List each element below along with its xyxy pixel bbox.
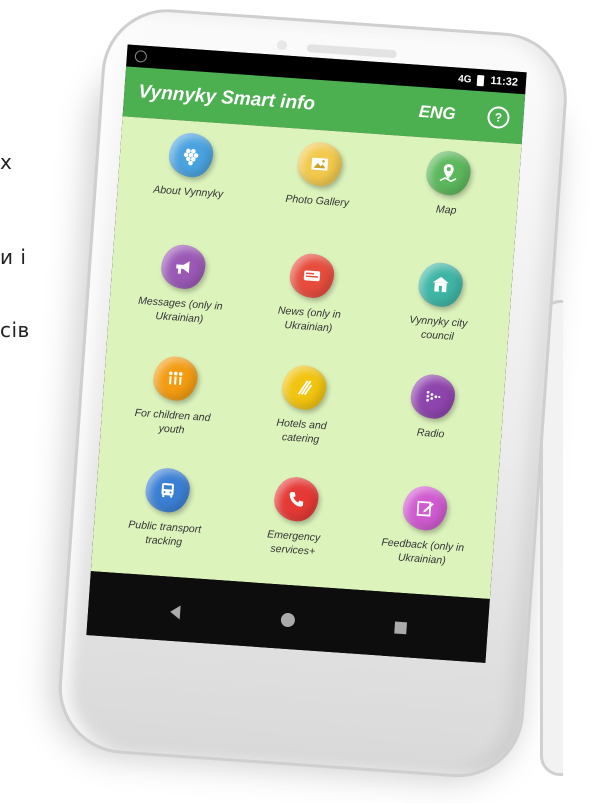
tile-label: About Vynnyky xyxy=(152,183,224,201)
tile-emergency-services[interactable]: Emergency services+ xyxy=(226,465,363,586)
earpiece-speaker xyxy=(306,43,397,59)
tile-label: Photo Gallery xyxy=(285,192,350,210)
tile-label: Vynnyky city council xyxy=(408,313,468,344)
megaphone-icon xyxy=(159,243,207,291)
home-icon xyxy=(280,612,296,628)
background-text-2: и і xyxy=(0,245,27,269)
tile-city-council[interactable]: Vynnyky city council xyxy=(371,250,508,371)
bus-icon xyxy=(143,466,191,514)
phone-icon xyxy=(272,475,320,523)
background-text-1: х xyxy=(0,150,13,174)
tile-messages[interactable]: Messages (only in Ukrainian) xyxy=(113,232,250,353)
fork-knife-icon xyxy=(280,364,328,412)
app-title: Vynnyky Smart info xyxy=(137,81,316,115)
tile-map[interactable]: Map xyxy=(379,139,516,260)
tile-label: Public transport tracking xyxy=(127,518,202,549)
radio-icon xyxy=(409,373,457,421)
menu-grid: About Vynnyky Photo Gallery Map Messages… xyxy=(90,116,522,600)
tile-news[interactable]: News (only in Ukrainian) xyxy=(242,241,379,362)
tile-label: News (only in Ukrainian) xyxy=(277,304,342,335)
background-text-3: сів xyxy=(0,318,30,342)
recent-apps-icon xyxy=(394,621,408,635)
tile-label: Feedback (only in Ukrainian) xyxy=(380,536,465,568)
building-icon xyxy=(417,261,465,309)
grapes-icon xyxy=(167,131,215,179)
children-icon xyxy=(151,355,199,403)
tile-feedback[interactable]: Feedback (only in Ukrainian) xyxy=(355,474,492,595)
tile-children-youth[interactable]: For children and youth xyxy=(105,344,242,465)
tile-photo-gallery[interactable]: Photo Gallery xyxy=(250,130,387,251)
recent-apps-button[interactable] xyxy=(385,612,417,644)
tile-hotels-catering[interactable]: Hotels and catering xyxy=(234,353,371,474)
photo-icon xyxy=(296,140,344,188)
tile-label: Hotels and catering xyxy=(276,416,328,446)
phone-mockup: 4G 11:32 Vynnyky Smart info ENG ? About … xyxy=(13,0,595,803)
home-button[interactable] xyxy=(272,604,304,636)
status-time: 11:32 xyxy=(490,74,519,89)
edit-icon xyxy=(401,484,449,532)
tile-public-transport[interactable]: Public transport tracking xyxy=(97,456,234,577)
language-toggle[interactable]: ENG xyxy=(418,102,456,125)
tile-label: Radio xyxy=(416,426,445,441)
signal-icon: 4G xyxy=(457,73,472,85)
tile-radio[interactable]: Radio xyxy=(363,362,500,483)
back-button[interactable] xyxy=(159,596,191,628)
news-icon xyxy=(288,252,336,300)
status-right: 4G 11:32 xyxy=(458,73,519,89)
phone-screen: 4G 11:32 Vynnyky Smart info ENG ? About … xyxy=(86,44,527,663)
tile-label: Map xyxy=(435,203,457,217)
map-pin-icon xyxy=(425,149,473,197)
back-icon xyxy=(169,604,181,620)
notification-icon xyxy=(134,49,148,63)
help-icon[interactable]: ? xyxy=(486,105,511,130)
tile-about-vynnyky[interactable]: About Vynnyky xyxy=(121,121,258,242)
tile-label: Emergency services+ xyxy=(266,528,321,558)
tile-label: For children and youth xyxy=(134,406,211,437)
tile-label: Messages (only in Ukrainian) xyxy=(137,294,223,326)
front-camera xyxy=(276,39,288,51)
battery-icon xyxy=(477,74,485,86)
